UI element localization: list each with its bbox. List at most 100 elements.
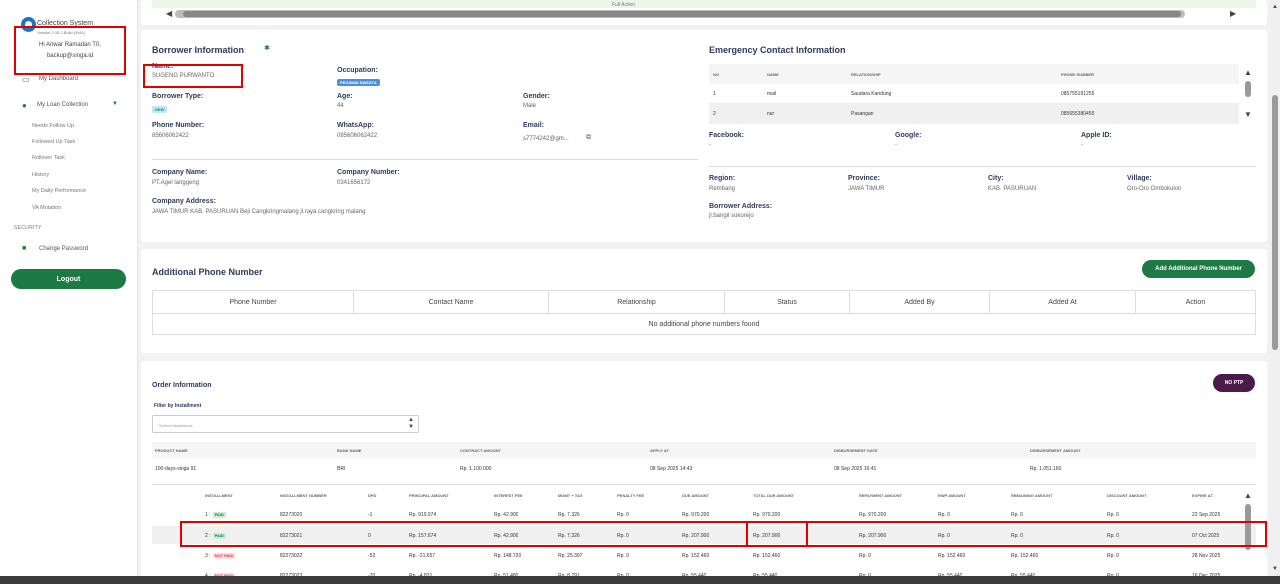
region-label: Region: (709, 175, 736, 182)
cell-phone: 085755191255 (1061, 90, 1095, 97)
installment-scroll-thumb[interactable] (1245, 504, 1251, 550)
col-no: NO (713, 71, 719, 77)
sidebar-subitem-rollover-task[interactable]: Rollover Task (32, 155, 65, 161)
order-info-title: Order Information (152, 382, 212, 389)
app-name: Collection System (37, 20, 94, 27)
cell-name: mail (767, 90, 777, 97)
sidebar-subitem-history[interactable]: History (32, 172, 49, 178)
emergency-title: Emergency Contact Information (709, 45, 846, 55)
cell-mgmt: Rp. 7.326 (558, 533, 580, 539)
add-phone-button[interactable]: Add Additional Phone Number (1142, 260, 1255, 278)
col-remaining: REMAINING AMOUNT (1011, 493, 1053, 498)
full-action-label: Full Action (612, 2, 636, 8)
cell-installment: 3 : NOT PAID (205, 553, 236, 559)
user-greeting: Hi Anwar Ramadan T0, backup@singa.id (14, 40, 126, 62)
col-product-name: PRODUCT NAME (155, 447, 188, 453)
no-ptp-button[interactable]: NO PTP (1213, 374, 1255, 392)
installment-select[interactable]: Select Installments ▲ ▼ (152, 415, 419, 433)
page-scrollbar-thumb[interactable] (1272, 95, 1278, 350)
borrower-address-label: Borrower Address: (709, 203, 773, 210)
gender-label: Gender: (523, 93, 550, 100)
sidebar-item-dashboard[interactable]: My Dashboard (39, 76, 78, 82)
col-number: INSTALLMENT NUMBER (280, 493, 327, 498)
company-name-value: PT.Agel langgeng (152, 180, 200, 186)
lock-icon: ■ (22, 245, 27, 252)
emergency-table: NO NAME RELATIONSHIP PHONE NUMBER 1 mail… (709, 64, 1239, 124)
select-arrows-icon: ▲ ▼ (408, 417, 414, 430)
cell-disb-date: 08 Sep 2025 16:41 (834, 466, 877, 472)
scroll-up-icon[interactable]: ▲ (1244, 491, 1252, 500)
cell-mgmt: Rp. 25.397 (558, 553, 583, 559)
cell-dpd: 0 (368, 533, 371, 539)
status-badge: PAID (212, 533, 226, 539)
cell-name: nur (767, 111, 775, 117)
cell-no: 1 (713, 90, 716, 97)
cell-expire: 28 Nov 2025 (1192, 553, 1221, 559)
col-mgmt: MGMT + TAX (558, 493, 583, 498)
cell-product: 100-days-singa 91 (155, 466, 197, 472)
sidebar-subitem-needs-follow-up[interactable]: Needs Follow Up (32, 123, 74, 129)
scroll-right-icon[interactable]: ▶ (1230, 9, 1236, 18)
whatsapp-label: WhatsApp: (337, 122, 374, 129)
borrower-type-label: Borrower Type: (152, 93, 204, 100)
greeting-name: Hi Anwar Ramadan T0, (39, 42, 101, 48)
col-added-by: Added By (850, 291, 990, 313)
sidebar-subitem-followed-up-task[interactable]: Followed Up Task (32, 139, 75, 145)
col-bank-name: BANK NAME (337, 447, 362, 453)
col-phone-number: Phone Number (153, 291, 354, 313)
page-scroll-up-icon[interactable]: ▲ (1272, 4, 1278, 10)
horizontal-scrollbar-thumb[interactable] (183, 11, 1181, 17)
cell-expire: 07 Oct 2025 (1192, 533, 1220, 539)
city-value: KAB. PASURUAN (988, 186, 1037, 192)
company-number-label: Company Number: (337, 169, 400, 176)
borrower-address-value: jl.bangil sukorejo (709, 213, 754, 219)
page-scroll-down-icon[interactable]: ▼ (1272, 566, 1278, 572)
cell-apply: 08 Sep 2025 14:43 (650, 466, 693, 472)
sidebar-item-loan-collection[interactable]: My Loan Collection (37, 102, 88, 108)
cell-discount: Rp. 0 (1107, 512, 1119, 518)
scroll-down-icon[interactable]: ▼ (1244, 110, 1252, 119)
gender-value: Male (523, 103, 537, 109)
cell-bank: BRI (337, 466, 346, 472)
monitor-icon: ▭ (22, 75, 30, 84)
security-section-label: SECURITY (14, 225, 42, 231)
divider (152, 484, 1256, 485)
cell-relationship: Saudara Kandung (851, 90, 892, 97)
sidebar-item-change-password[interactable]: Change Password (39, 246, 88, 252)
caret-down-icon: ▼ (112, 101, 118, 107)
province-label: Province: (848, 175, 880, 182)
cell-discount: Rp. 0 (1107, 533, 1119, 539)
cell-number: 82273020 (280, 512, 303, 518)
cell-interest: Rp. 148.720 (494, 553, 522, 559)
scroll-left-icon[interactable]: ◀ (166, 9, 172, 18)
cell-principal: Rp. -21.657 (409, 553, 436, 559)
company-address-label: Company Address: (152, 198, 216, 205)
copy-icon[interactable]: ⧉ (586, 134, 591, 142)
age-value: 44 (337, 103, 344, 109)
order-table-header: PRODUCT NAME BANK NAME CONTRACT AMOUNT A… (152, 442, 1256, 458)
status-badge: PAID (212, 512, 226, 518)
green-strip (152, 0, 1256, 8)
cell-total-due: Rp. 152.460 (753, 553, 781, 559)
emergency-scroll-thumb[interactable] (1245, 81, 1251, 97)
sidebar-subitem-va-mutation[interactable]: VA Mutation (32, 205, 61, 211)
sidebar-subitem-daily-performance[interactable]: My Daily Performance (32, 188, 86, 194)
table-row: 1 mail Saudara Kandung 085755191255 (709, 84, 1239, 104)
whatsapp-value: 085606062422 (337, 133, 378, 139)
facebook-label: Facebook: (709, 132, 745, 139)
phone-label: Phone Number: (152, 122, 205, 129)
cell-remaining: Rp. 0 (1011, 512, 1023, 518)
cell-due: Rp. 152.460 (682, 553, 710, 559)
cell-rwp: Rp. 0 (938, 512, 950, 518)
borrower-type-badge: NEW (152, 106, 168, 113)
age-label: Age: (337, 93, 353, 100)
col-principal: PRINCIPAL AMOUNT (409, 493, 449, 498)
col-added-at: Added At (990, 291, 1136, 313)
occupation-badge: PEGAWAI SWASTA (337, 79, 380, 86)
refresh-icon[interactable]: ✱ (264, 44, 270, 52)
cell-penalty: Rp. 0 (617, 512, 629, 518)
logo-icon (21, 17, 36, 32)
scroll-up-icon[interactable]: ▲ (1244, 68, 1252, 77)
logout-button[interactable]: Logout (11, 269, 126, 289)
divider (709, 166, 1256, 167)
